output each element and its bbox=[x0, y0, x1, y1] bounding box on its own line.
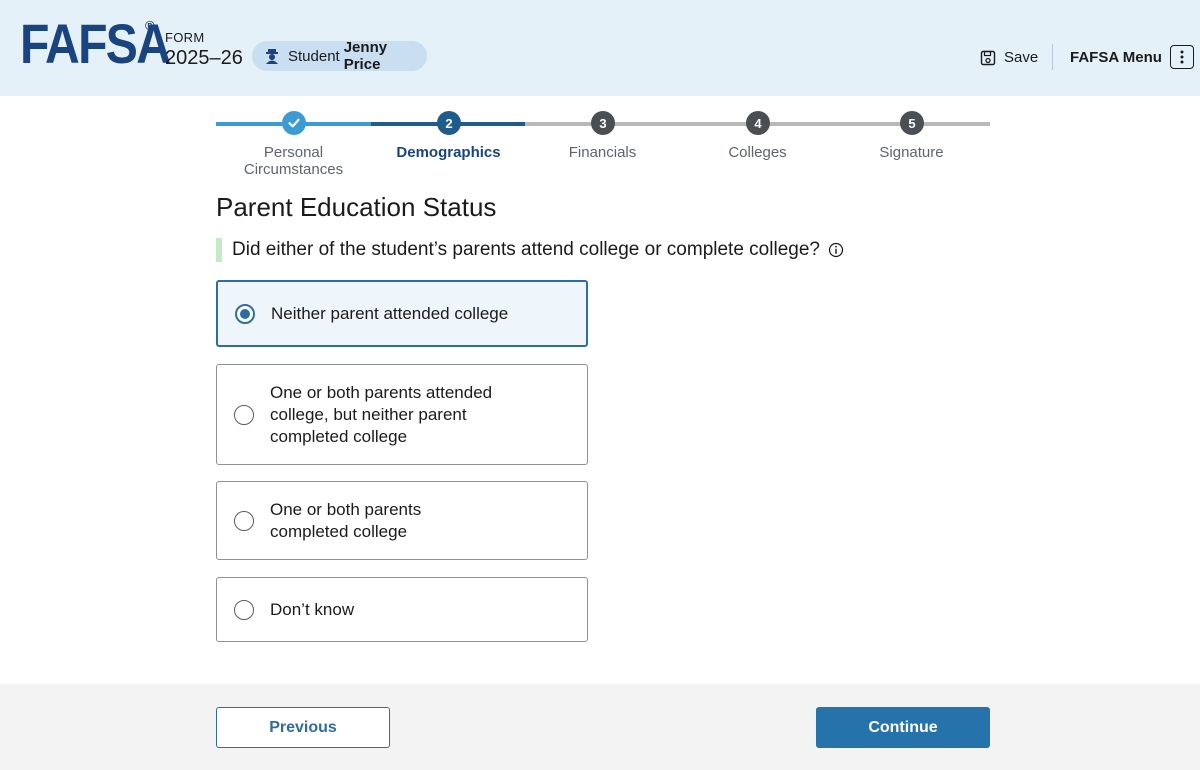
radio-button[interactable] bbox=[234, 404, 254, 425]
continue-button[interactable]: Continue bbox=[816, 707, 990, 748]
student-name: Jenny Price bbox=[343, 39, 388, 73]
info-icon[interactable] bbox=[828, 242, 844, 258]
fafsa-menu-button[interactable]: FAFSA Menu bbox=[1070, 45, 1194, 69]
step-label: Financials bbox=[568, 144, 637, 161]
previous-button[interactable]: Previous bbox=[216, 707, 390, 748]
step-number: 2 bbox=[437, 111, 461, 135]
fafsa-menu-label: FAFSA Menu bbox=[1070, 48, 1162, 66]
save-label: Save bbox=[1004, 49, 1039, 66]
radio-button[interactable] bbox=[234, 510, 254, 531]
option-attended-not-completed[interactable]: One or both parents attended college, bu… bbox=[216, 364, 588, 465]
step-label: Colleges bbox=[728, 144, 787, 161]
registered-mark: ® bbox=[145, 18, 155, 33]
kebab-menu-icon bbox=[1169, 45, 1194, 69]
footer-bar bbox=[0, 684, 1200, 770]
radio-button[interactable] bbox=[234, 599, 254, 620]
progress-stepper: Personal Circumstances 2 Demographics 3 … bbox=[216, 110, 990, 178]
option-dont-know[interactable]: Don’t know bbox=[216, 577, 588, 642]
option-label: Neither parent attended college bbox=[271, 303, 509, 323]
check-icon bbox=[282, 111, 306, 135]
student-label: Student bbox=[288, 47, 340, 65]
radio-button[interactable] bbox=[235, 303, 255, 324]
step-label: Demographics bbox=[396, 144, 501, 161]
option-label: One or both parents attended college, bu… bbox=[270, 382, 493, 446]
step-number: 4 bbox=[746, 111, 770, 135]
graduation-cap-icon bbox=[264, 48, 280, 64]
save-disk-icon bbox=[980, 50, 996, 66]
step-number: 5 bbox=[900, 111, 924, 135]
form-label: FORM bbox=[165, 30, 205, 45]
question-text: Did either of the student’s parents atte… bbox=[232, 239, 820, 260]
step-label: Signature bbox=[879, 144, 944, 161]
question-accent-bar bbox=[216, 238, 222, 262]
form-year: 2025–26 bbox=[165, 47, 243, 69]
question-block: Did either of the student’s parents atte… bbox=[216, 238, 844, 262]
page-title: Parent Education Status bbox=[216, 192, 497, 222]
option-label: Don’t know bbox=[270, 599, 355, 619]
step-number: 3 bbox=[591, 111, 615, 135]
app-header: FAFSA ® FORM 2025–26 Student Jenny Price… bbox=[0, 0, 1200, 96]
save-button[interactable]: Save bbox=[980, 49, 1038, 66]
header-divider bbox=[1052, 44, 1053, 70]
step-label: Personal Circumstances bbox=[243, 144, 344, 178]
option-completed[interactable]: One or both parents completed college bbox=[216, 481, 588, 560]
option-label: One or both parents completed college bbox=[270, 499, 422, 541]
student-badge: Student Jenny Price bbox=[252, 39, 427, 73]
option-neither-attended[interactable]: Neither parent attended college bbox=[216, 280, 588, 347]
